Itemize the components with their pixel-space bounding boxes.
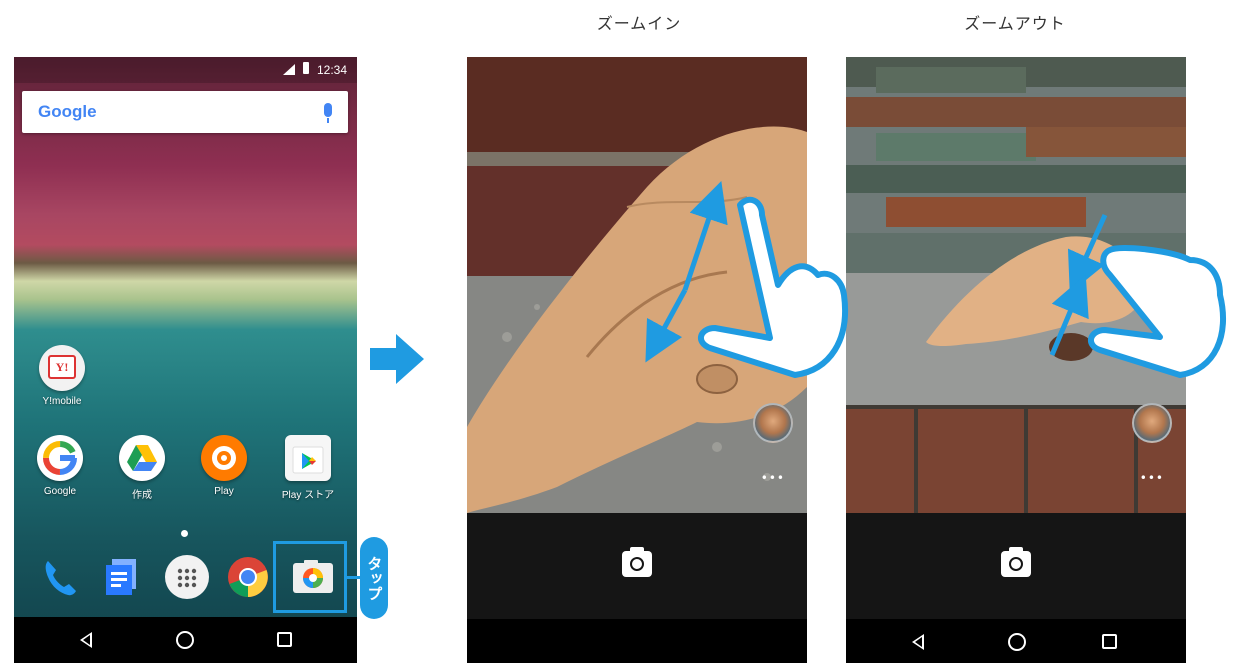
recent-apps-icon[interactable] [1102, 634, 1117, 649]
app-drawer-icon[interactable] [165, 555, 209, 599]
last-photo-thumbnail[interactable] [1132, 403, 1172, 443]
messages-icon[interactable] [100, 555, 144, 599]
google-icon [37, 435, 83, 481]
tap-highlight [273, 541, 347, 613]
app-drive[interactable]: 作成 [106, 435, 178, 501]
navigation-bar [467, 619, 807, 663]
app-play-store[interactable]: Play ストア [272, 435, 344, 501]
last-photo-thumbnail[interactable] [753, 403, 793, 443]
ymobile-badge: Y! [48, 355, 76, 379]
page-indicator [181, 530, 188, 537]
back-icon[interactable] [912, 634, 924, 650]
app-google[interactable]: Google [24, 435, 96, 497]
app-ymobile[interactable]: Y! Y!mobile [26, 345, 98, 407]
pinch-in-gesture-icon [1049, 213, 1227, 378]
ymobile-icon: Y! [39, 345, 85, 391]
drive-icon [119, 435, 165, 481]
play-music-icon [201, 435, 247, 481]
recent-apps-icon[interactable] [277, 632, 292, 647]
chrome-icon[interactable] [226, 555, 270, 599]
microphone-icon[interactable] [324, 103, 332, 123]
status-bar: 12:34 [14, 57, 357, 83]
next-step-arrow-icon [370, 334, 424, 384]
phone-icon[interactable] [38, 555, 82, 599]
signal-icon [283, 64, 295, 75]
shutter-button[interactable] [622, 547, 652, 577]
home-icon[interactable] [1008, 633, 1026, 651]
app-label: Y!mobile [42, 396, 82, 407]
shutter-button[interactable] [1001, 547, 1031, 577]
app-label: 作成 [132, 490, 152, 501]
more-options-icon[interactable]: ••• [761, 471, 785, 485]
shutter-bar [467, 513, 807, 619]
app-label: Play [214, 486, 234, 497]
home-icon[interactable] [176, 631, 194, 649]
google-logo: Google [38, 102, 97, 121]
app-label: Play ストア [281, 490, 335, 501]
caption-zoom-out: ズームアウト [964, 14, 1066, 33]
shutter-bar [846, 513, 1186, 619]
app-play-music[interactable]: Play [188, 435, 260, 497]
status-time: 12:34 [316, 63, 347, 77]
battery-icon [303, 62, 309, 74]
navigation-bar [846, 619, 1186, 663]
more-options-icon[interactable]: ••• [1140, 471, 1164, 485]
caption-zoom-in: ズームイン [596, 14, 682, 33]
tap-label: タップ [360, 537, 388, 619]
back-icon[interactable] [80, 632, 92, 648]
play-store-icon [285, 435, 331, 481]
app-label: Google [43, 486, 77, 497]
google-search-bar[interactable]: Google [22, 91, 348, 133]
navigation-bar [14, 617, 357, 663]
pinch-out-gesture-icon [645, 181, 848, 378]
